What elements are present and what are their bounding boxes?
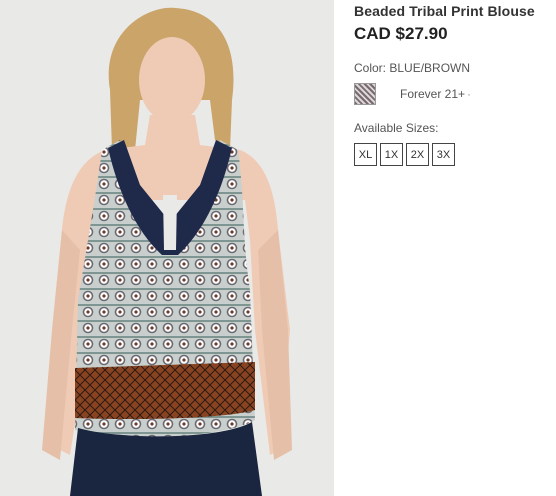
product-image bbox=[42, 7, 292, 496]
color-swatch-blue-brown[interactable] bbox=[354, 83, 376, 105]
size-options: XL 1X 2X 3X bbox=[354, 143, 554, 166]
product-price: CAD $27.90 bbox=[354, 24, 448, 43]
color-value: BLUE/BROWN bbox=[389, 61, 471, 75]
size-option-2x[interactable]: 2X bbox=[406, 143, 429, 166]
brand-suffix: · bbox=[467, 87, 471, 101]
color-row: Color: BLUE/BROWN bbox=[354, 61, 554, 75]
swatch-row: Forever 21+ · bbox=[354, 83, 554, 107]
color-label: Color: bbox=[354, 61, 387, 75]
product-title: Beaded Tribal Print Blouse bbox=[354, 3, 535, 19]
brand-label: Forever 21+ bbox=[400, 87, 466, 101]
sizes-label: Available Sizes: bbox=[354, 121, 439, 135]
product-info: Beaded Tribal Print Blouse CAD $27.90 Co… bbox=[354, 0, 554, 166]
size-option-1x[interactable]: 1X bbox=[380, 143, 403, 166]
size-option-3x[interactable]: 3X bbox=[432, 143, 455, 166]
size-option-xl[interactable]: XL bbox=[354, 143, 377, 166]
product-photo[interactable] bbox=[0, 0, 334, 496]
